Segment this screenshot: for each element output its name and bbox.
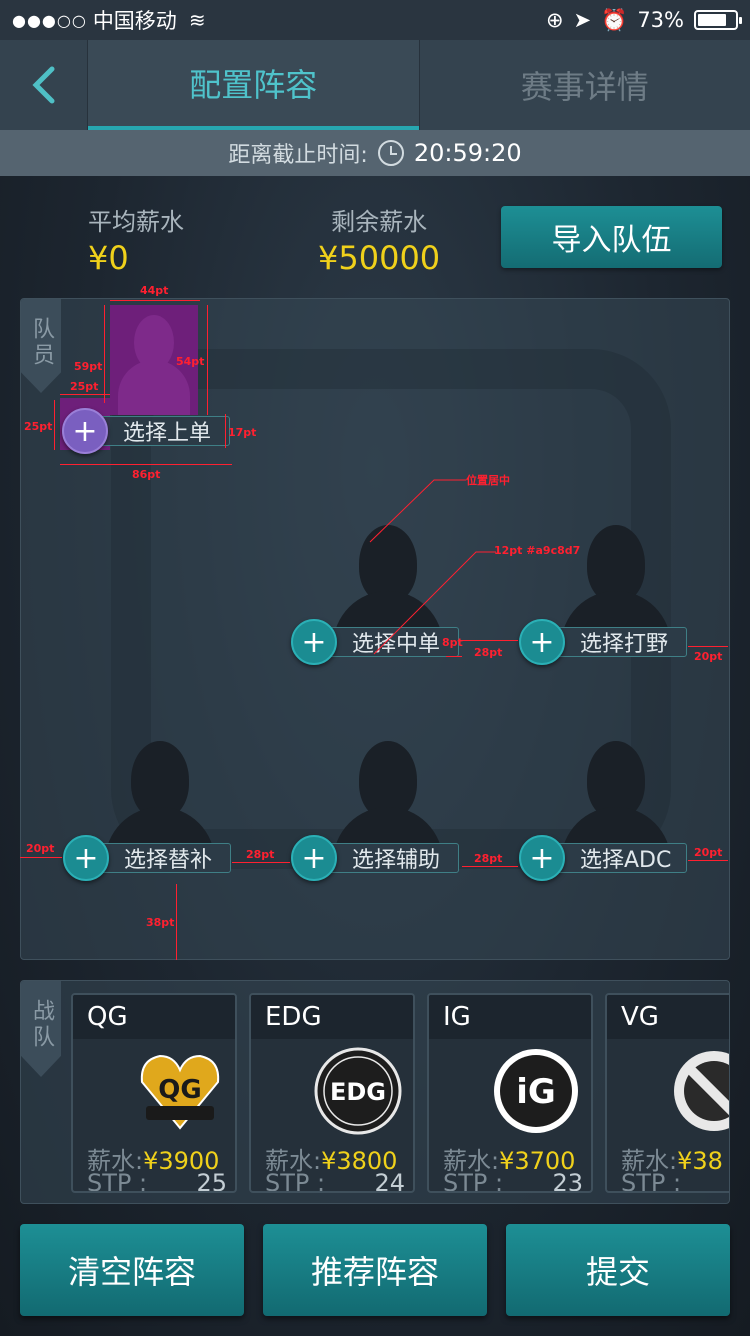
svg-text:iG: iG: [516, 1072, 556, 1112]
carrier-label: 中国移动: [92, 9, 177, 33]
submit-button[interactable]: 提交: [506, 1224, 730, 1316]
import-team-button[interactable]: 导入队伍: [501, 206, 722, 268]
deadline-label: 距离截止时间:: [228, 143, 368, 168]
remaining-salary-value: ¥50000: [318, 239, 441, 277]
team-stp: STP :23: [443, 1169, 583, 1193]
vg-logo-icon: [669, 1047, 729, 1135]
select-sub-slot[interactable]: 选择替补 +: [63, 835, 231, 881]
team-name: VG: [607, 995, 729, 1039]
team-stp: STP :25: [87, 1169, 227, 1193]
teams-panel: 战队 QG QG 薪水:¥3900 STP :25 EDG EDG 薪水:¥38…: [20, 980, 730, 1204]
recommend-lineup-button[interactable]: 推荐阵容: [263, 1224, 487, 1316]
add-icon[interactable]: +: [62, 408, 108, 454]
select-top-slot[interactable]: 选择上单 +: [62, 408, 230, 454]
select-adc-slot[interactable]: 选择ADC +: [519, 835, 687, 881]
add-icon[interactable]: +: [519, 619, 565, 665]
signal-icon: ●●●○○: [12, 10, 87, 30]
annotation-gap-8: 8pt: [442, 636, 463, 649]
status-bar: ●●●○○ 中国移动 ≋ ⊕ ➤ ⏰ 73%: [0, 0, 750, 40]
avg-salary: 平均薪水 ¥0: [88, 202, 184, 277]
annotation-gap-28-right: 28pt: [474, 852, 503, 865]
add-icon[interactable]: +: [291, 835, 337, 881]
team-card-edg[interactable]: EDG EDG 薪水:¥3800 STP :24: [249, 993, 415, 1193]
lock-rotation-icon: ⊕: [545, 8, 564, 32]
avg-salary-label: 平均薪水: [88, 208, 184, 236]
annotation-height-38: 38pt: [146, 916, 175, 929]
annotation-edge-20-right-top: 20pt: [694, 650, 723, 663]
back-button[interactable]: [0, 40, 88, 130]
tab-match-details[interactable]: 赛事详情: [418, 40, 750, 130]
deadline-time: 20:59:20: [413, 139, 522, 167]
avg-salary-value: ¥0: [88, 239, 129, 277]
annotation-height-54: 54pt: [176, 355, 205, 368]
annotation-font-spec: 12pt #a9c8d7: [494, 544, 581, 557]
alarm-icon: ⏰: [601, 7, 628, 32]
annotation-height-59: 59pt: [74, 360, 103, 373]
annotation-gap-28-top: 28pt: [474, 646, 503, 659]
team-name: QG: [73, 995, 235, 1039]
salary-summary: 平均薪水 ¥0 剩余薪水 ¥50000 导入队伍: [0, 176, 750, 286]
teams-tag-label: 战队: [29, 999, 54, 1051]
team-card-qg[interactable]: QG QG 薪水:¥3900 STP :25: [71, 993, 237, 1193]
teams-tag: 战队: [21, 981, 61, 1077]
players-tag: 队员: [21, 299, 61, 393]
annotation-height-25: 25pt: [24, 420, 53, 433]
annotation-width-25: 25pt: [70, 380, 99, 393]
clear-lineup-button[interactable]: 清空阵容: [20, 1224, 244, 1316]
annotation-gap-28-left: 28pt: [246, 848, 275, 861]
nav-bar: 配置阵容 赛事详情: [0, 40, 750, 130]
remaining-salary: 剩余薪水 ¥50000: [318, 202, 440, 277]
deadline-bar: 距离截止时间: 20:59:20: [0, 130, 750, 176]
annotation-width-86: 86pt: [132, 468, 161, 481]
annotation-edge-20-right-bottom: 20pt: [694, 846, 723, 859]
add-icon[interactable]: +: [63, 835, 109, 881]
team-stp: STP :24: [265, 1169, 405, 1193]
ig-logo-icon: iG: [491, 1047, 581, 1135]
annotation-height-17: 17pt: [228, 426, 257, 439]
tab-lineup[interactable]: 配置阵容: [88, 40, 419, 130]
qg-logo-icon: QG: [135, 1047, 225, 1135]
annotation-edge-20-left: 20pt: [26, 842, 55, 855]
team-card-vg[interactable]: VG 薪水:¥38 STP :: [605, 993, 729, 1193]
team-name: IG: [429, 995, 591, 1039]
remaining-salary-label: 剩余薪水: [331, 208, 428, 236]
team-card-ig[interactable]: IG iG 薪水:¥3700 STP :23: [427, 993, 593, 1193]
team-stp: STP :: [621, 1169, 682, 1193]
edg-logo-icon: EDG: [313, 1047, 403, 1135]
team-name: EDG: [251, 995, 413, 1039]
annotation-centered: 位置居中: [466, 474, 510, 487]
wifi-icon: ≋: [188, 8, 206, 32]
chevron-left-icon: [31, 66, 54, 104]
battery-icon: [694, 10, 742, 30]
location-icon: ➤: [573, 8, 592, 32]
select-support-slot[interactable]: 选择辅助 +: [291, 835, 459, 881]
svg-text:EDG: EDG: [330, 1078, 386, 1106]
select-jungle-slot[interactable]: 选择打野 +: [519, 619, 687, 665]
add-icon[interactable]: +: [519, 835, 565, 881]
add-icon[interactable]: +: [291, 619, 337, 665]
clock-icon: [377, 140, 404, 166]
players-tag-label: 队员: [29, 317, 54, 369]
battery-percent: 73%: [637, 8, 684, 32]
annotation-width-44: 44pt: [140, 284, 169, 297]
svg-text:QG: QG: [158, 1075, 201, 1105]
